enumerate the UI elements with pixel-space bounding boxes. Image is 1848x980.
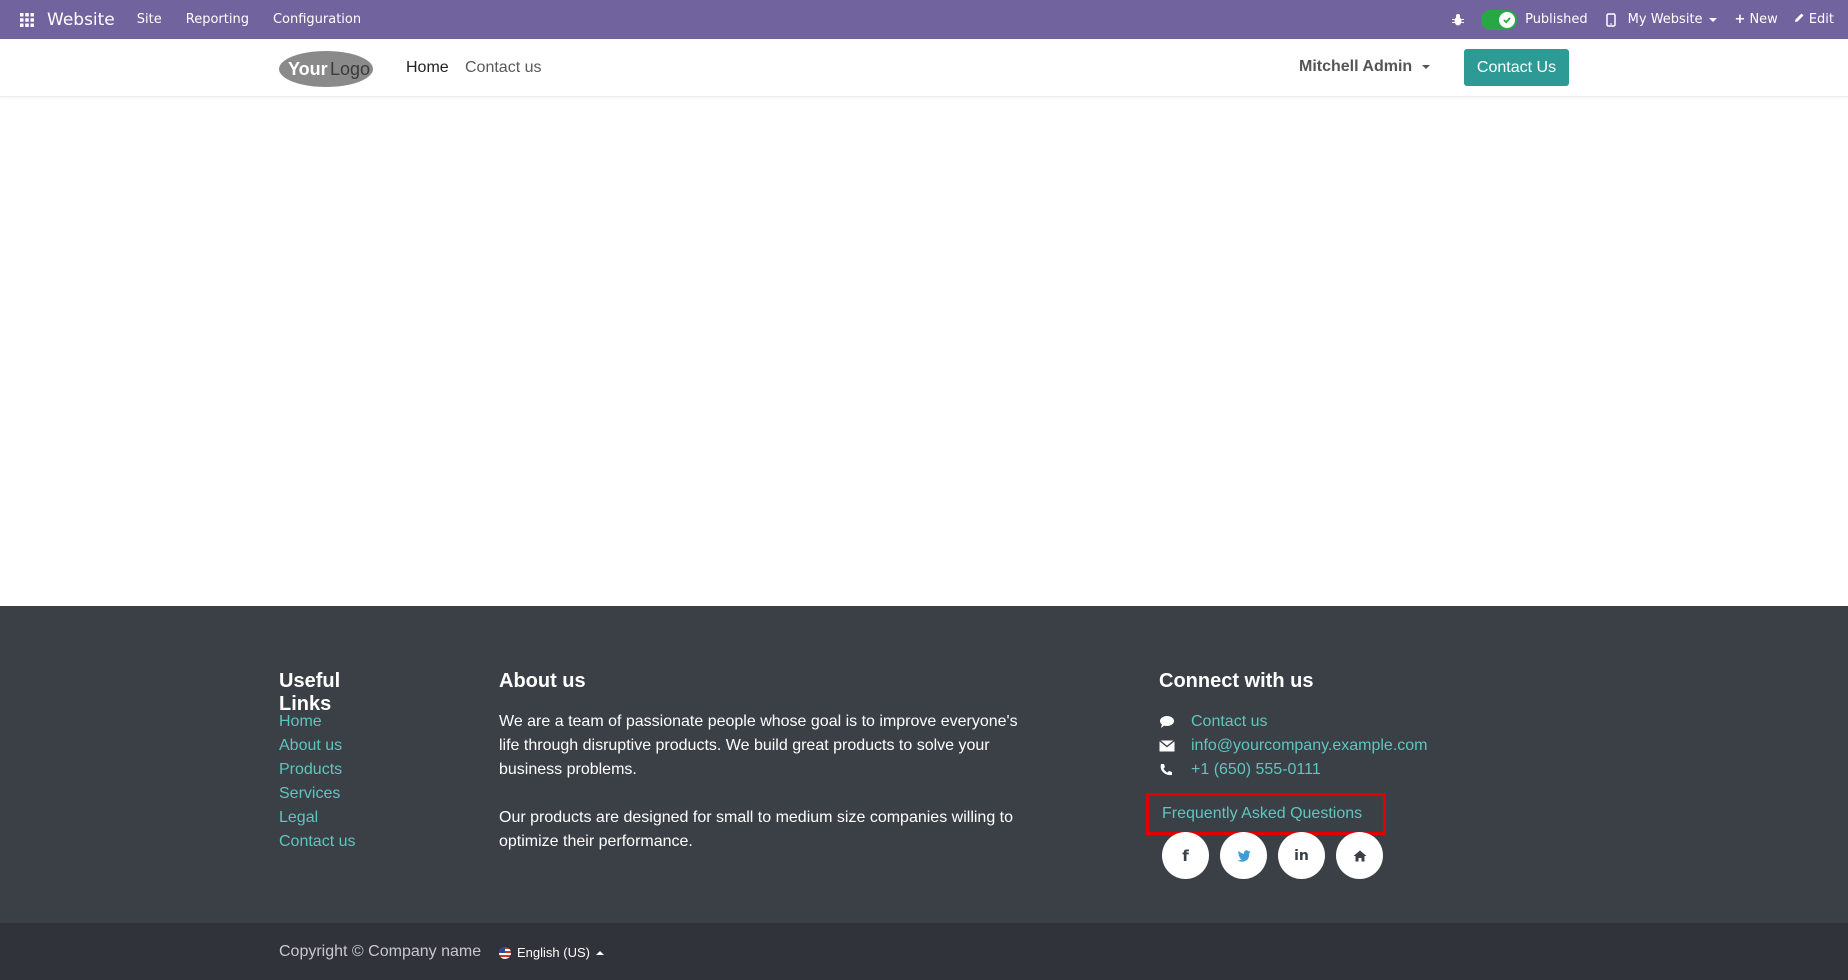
chevron-up-icon [595,950,604,955]
footer-link-products[interactable]: Products [279,758,355,782]
connect-contact-row[interactable]: Contact us [1159,710,1428,734]
twitter-icon[interactable] [1220,832,1267,879]
my-website-dropdown[interactable]: My Website [1628,12,1717,27]
footer-link-contact-us[interactable]: Contact us [279,830,355,854]
footer-link-services[interactable]: Services [279,782,355,806]
linkedin-icon[interactable]: in [1278,832,1325,879]
useful-links-list: Home About us Products Services Legal Co… [279,710,355,854]
comment-icon [1159,715,1191,729]
check-icon [1499,11,1516,28]
connect-contact-link[interactable]: Contact us [1191,713,1267,731]
connect-title: Connect with us [1159,670,1314,692]
plus-icon: + [1734,12,1746,27]
menu-reporting[interactable]: Reporting [186,12,249,27]
chevron-down-icon [1422,65,1431,69]
svg-text:Logo: Logo [330,59,370,79]
phone-icon [1159,763,1191,777]
company-logo[interactable]: Your Logo [278,50,374,88]
facebook-icon[interactable]: f [1162,832,1209,879]
nav-home[interactable]: Home [406,59,449,77]
connect-phone-row[interactable]: +1 (650) 555-0111 [1159,758,1428,782]
about-paragraph-2: Our products are designed for small to m… [499,809,1014,850]
pencil-icon [1794,12,1805,27]
page-content [0,97,1848,606]
mobile-preview-icon[interactable] [1605,12,1616,27]
footer-link-about-us[interactable]: About us [279,734,355,758]
language-selector[interactable]: English (US) [499,945,604,960]
published-label[interactable]: Published [1525,12,1588,27]
connect-email-row[interactable]: info@yourcompany.example.com [1159,734,1428,758]
connect-list: Contact us info@yourcompany.example.com … [1159,710,1428,782]
admin-top-bar: Website Site Reporting Configuration Pub… [0,0,1848,39]
us-flag-icon [499,946,511,959]
my-website-label: My Website [1627,12,1703,27]
contact-us-button[interactable]: Contact Us [1464,49,1569,86]
new-label: New [1749,12,1778,27]
footer-link-legal[interactable]: Legal [279,806,355,830]
user-name: Mitchell Admin [1299,58,1413,75]
social-links: f in [1162,832,1394,879]
faq-link[interactable]: Frequently Asked Questions [1146,793,1386,835]
new-button[interactable]: + New [1735,12,1778,27]
svg-text:Your: Your [288,59,328,79]
connect-phone-link[interactable]: +1 (650) 555-0111 [1191,761,1321,779]
about-paragraph-1: We are a team of passionate people whose… [499,713,1018,778]
user-menu[interactable]: Mitchell Admin [1299,58,1431,76]
apps-grid-icon[interactable] [14,7,40,33]
copyright-text: Copyright © Company name [279,943,482,960]
chevron-down-icon [1708,17,1717,22]
about-us-title: About us [499,670,586,692]
copyright-bar: Copyright © Company name English (US) [0,923,1848,980]
edit-button[interactable]: Edit [1794,12,1834,27]
publish-toggle[interactable] [1481,9,1518,30]
home-icon[interactable] [1336,832,1383,879]
connect-email-link[interactable]: info@yourcompany.example.com [1191,737,1428,755]
site-header: Your Logo Home Contact us Mitchell Admin… [0,39,1848,97]
app-brand[interactable]: Website [47,10,115,30]
menu-configuration[interactable]: Configuration [273,12,361,27]
footer: Useful Links Home About us Products Serv… [0,606,1848,923]
language-label: English (US) [517,945,590,960]
menu-site[interactable]: Site [137,12,162,27]
edit-label: Edit [1808,12,1834,27]
nav-contact-us[interactable]: Contact us [465,59,541,77]
envelope-icon [1159,740,1191,752]
debug-bug-icon[interactable] [1451,13,1465,27]
footer-link-home[interactable]: Home [279,710,355,734]
